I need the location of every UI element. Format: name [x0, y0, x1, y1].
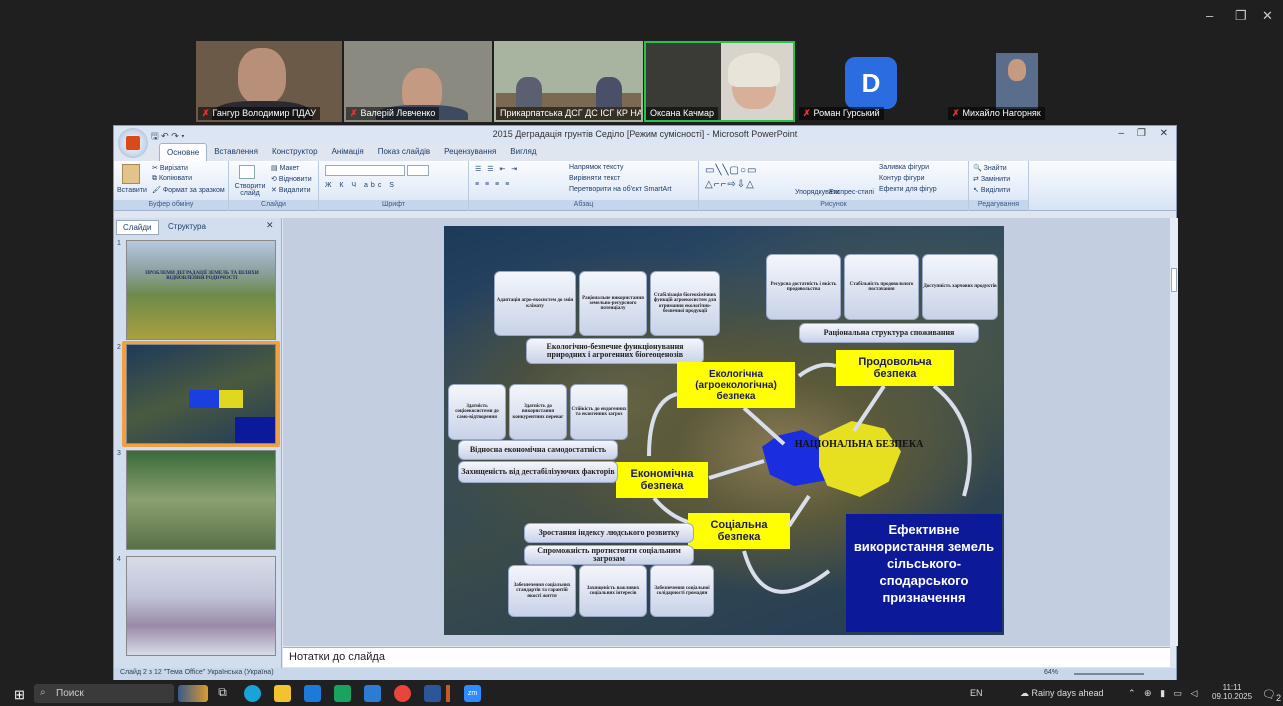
- tab-outline[interactable]: Структура: [162, 220, 212, 233]
- clock[interactable]: 11:11 09.10.2025: [1212, 683, 1252, 701]
- zoom-icon[interactable]: zm: [464, 685, 481, 702]
- ppt-close-button[interactable]: ✕: [1160, 128, 1168, 139]
- delete-slide-button[interactable]: ✕ Видалити: [271, 186, 310, 194]
- shape-fill-button[interactable]: Заливка фігури: [879, 164, 929, 171]
- font-size-select[interactable]: [407, 165, 429, 176]
- zoom-level[interactable]: 64%: [1044, 669, 1058, 676]
- slide-thumbnail-1[interactable]: ПРОБЛЕМИ ДЕГРАДАЦІЇ ЗЕМЕЛЬ ТА ШЛЯХИ ВІДН…: [126, 240, 276, 340]
- taskbar: ⊞ ⌕ Поиск ⧉ zm EN ☁ Rainy days ahead ⌃ ⊕…: [0, 681, 1283, 706]
- group-editing: 🔍 Знайти ⇄ Замінити ↖ Виділити Редагуван…: [969, 161, 1029, 211]
- edge-icon[interactable]: [244, 685, 261, 702]
- tab-home[interactable]: Основне: [159, 143, 208, 161]
- ppt-maximize-button[interactable]: ❐: [1137, 128, 1146, 139]
- tab-animation[interactable]: Анімація: [325, 143, 371, 161]
- windows-start-icon[interactable]: ⊞: [14, 687, 25, 703]
- participant-name: ✗ Гангур Володимир ПДАУ: [198, 107, 320, 120]
- find-button[interactable]: 🔍 Знайти: [973, 164, 1007, 172]
- shapes-gallery-row2: △⌐⌐⇨⇩△: [705, 179, 755, 190]
- weather-status[interactable]: ☁ Rainy days ahead: [1020, 688, 1104, 699]
- smartart-button[interactable]: Перетворити на об'єкт SmartArt: [569, 186, 672, 193]
- participant-tile[interactable]: Прикарпатська ДСГ ДС ІСГ КР НАА...: [494, 41, 643, 122]
- group-slides: Створити слайд ▤ Макет ⟲ Відновити ✕ Вид…: [229, 161, 319, 211]
- slide-thumbnail-3[interactable]: [126, 450, 276, 550]
- close-button[interactable]: ✕: [1262, 8, 1273, 24]
- participant-tile[interactable]: ✗ Валерій Левченко: [344, 41, 492, 122]
- office-button[interactable]: [118, 128, 148, 158]
- connector-arrows: [647, 362, 972, 594]
- zoom-slider[interactable]: [1074, 673, 1144, 675]
- font-format-buttons[interactable]: Ж К Ч abc S: [325, 182, 397, 189]
- word-icon[interactable]: [424, 685, 441, 702]
- participant-tile[interactable]: D ✗ Роман Гурський: [797, 41, 945, 122]
- copy-button[interactable]: ⧉ Копіювати: [152, 175, 192, 183]
- minimize-button[interactable]: –: [1206, 8, 1213, 23]
- replace-button[interactable]: ⇄ Замінити: [973, 175, 1010, 183]
- participant-tile[interactable]: ✗ Гангур Володимир ПДАУ: [196, 41, 342, 122]
- participant-name: ✗ Михайло Нагорняк: [948, 107, 1045, 120]
- format-painter-button[interactable]: 🖌 Формат за зразком: [152, 186, 225, 194]
- powerpoint-icon[interactable]: [446, 685, 450, 702]
- notes-pane[interactable]: Нотатки до слайда: [283, 647, 1170, 667]
- reset-button[interactable]: ⟲ Відновити: [271, 175, 312, 183]
- task-view-icon[interactable]: ⧉: [214, 685, 231, 702]
- participant-tile-active[interactable]: Оксана Качмар: [644, 41, 795, 122]
- file-explorer-icon[interactable]: [274, 685, 291, 702]
- notification-icon[interactable]: 🗨2: [1262, 688, 1281, 703]
- maximize-button[interactable]: ❐: [1235, 8, 1247, 24]
- list-buttons[interactable]: ☰ ☰ ⇤ ⇥: [475, 165, 519, 173]
- language-indicator[interactable]: EN: [970, 688, 983, 698]
- weather-widget-icon[interactable]: [178, 685, 208, 702]
- close-panel-icon[interactable]: ✕: [266, 220, 274, 231]
- group-clipboard: Вставити ✂ Вирізати ⧉ Копіювати 🖌 Формат…: [114, 161, 229, 211]
- shapes-gallery[interactable]: ▭╲╲▢○▭: [705, 165, 757, 176]
- chrome-icon[interactable]: [394, 685, 411, 702]
- tab-slides[interactable]: Слайди: [116, 220, 159, 235]
- group-paragraph: ☰ ☰ ⇤ ⇥ ≡ ≡ ≡ ≡ Напрямок тексту Вирівнят…: [469, 161, 699, 211]
- paste-button[interactable]: Вставити: [117, 187, 147, 194]
- participant-tile[interactable]: ✗ Михайло Нагорняк: [946, 41, 1094, 122]
- slide-canvas[interactable]: НАЦІОНАЛЬНА БЕЗПЕКА Адаптація агро-екоси…: [444, 226, 1004, 635]
- participant-name: ✗ Валерій Левченко: [346, 107, 440, 120]
- slides-panel: Слайди Структура ✕ 1 ПРОБЛЕМИ ДЕГРАДАЦІЇ…: [114, 218, 282, 678]
- slide-thumbnail-2[interactable]: [126, 344, 276, 444]
- new-slide-button[interactable]: Створити слайд: [233, 183, 267, 197]
- ribbon: Вставити ✂ Вирізати ⧉ Копіювати 🖌 Формат…: [114, 161, 1176, 211]
- app-icon[interactable]: [334, 685, 351, 702]
- select-button[interactable]: ↖ Виділити: [973, 186, 1010, 194]
- vertical-scrollbar[interactable]: [1170, 218, 1178, 646]
- group-font: Ж К Ч abc S Шрифт: [319, 161, 469, 211]
- powerpoint-window: 2015 Деградація грунтів Седіло [Режим су…: [113, 125, 1178, 680]
- avatar: D: [845, 57, 897, 109]
- search-icon: ⌕: [40, 687, 46, 698]
- ppt-minimize-button[interactable]: –: [1118, 128, 1124, 139]
- system-tray-icons[interactable]: ⌃ ⊕ ▮ ▭ ◁: [1128, 688, 1200, 699]
- font-name-select[interactable]: [325, 165, 405, 176]
- tab-insert[interactable]: Вставлення: [207, 143, 265, 161]
- ribbon-tabs: Основне Вставлення Конструктор Анімація …: [159, 143, 544, 161]
- cut-button[interactable]: ✂ Вирізати: [152, 164, 188, 172]
- shape-outline-button[interactable]: Контур фігури: [879, 175, 924, 182]
- tab-slideshow[interactable]: Показ слайдів: [371, 143, 437, 161]
- new-slide-icon: [239, 165, 255, 179]
- tab-review[interactable]: Рецензування: [437, 143, 503, 161]
- window-title: 2015 Деградація грунтів Седіло [Режим су…: [114, 126, 1176, 143]
- group-drawing: ▭╲╲▢○▭ △⌐⌐⇨⇩△ Упорядкувати Експрес-стилі…: [699, 161, 969, 211]
- participant-name: Оксана Качмар: [646, 107, 718, 120]
- quick-styles-button[interactable]: Експрес-стилі: [829, 189, 874, 196]
- status-bar: Слайд 2 з 12 "Тема Office" Українська (У…: [114, 668, 1176, 680]
- tab-design[interactable]: Конструктор: [265, 143, 325, 161]
- align-buttons[interactable]: ≡ ≡ ≡ ≡: [475, 181, 511, 188]
- outlook-icon[interactable]: [364, 685, 381, 702]
- tab-view[interactable]: Вигляд: [503, 143, 543, 161]
- search-box[interactable]: ⌕ Поиск: [34, 684, 174, 703]
- participant-name: Прикарпатська ДСГ ДС ІСГ КР НАА...: [496, 107, 641, 120]
- participant-name: ✗ Роман Гурський: [799, 107, 884, 120]
- text-direction-button[interactable]: Напрямок тексту: [569, 164, 624, 171]
- paste-icon: [122, 164, 140, 184]
- store-icon[interactable]: [304, 685, 321, 702]
- layout-button[interactable]: ▤ Макет: [271, 164, 299, 172]
- shape-effects-button[interactable]: Ефекти для фігур: [879, 186, 937, 193]
- slide-thumbnail-4[interactable]: [126, 556, 276, 656]
- align-text-button[interactable]: Вирівняти текст: [569, 175, 620, 182]
